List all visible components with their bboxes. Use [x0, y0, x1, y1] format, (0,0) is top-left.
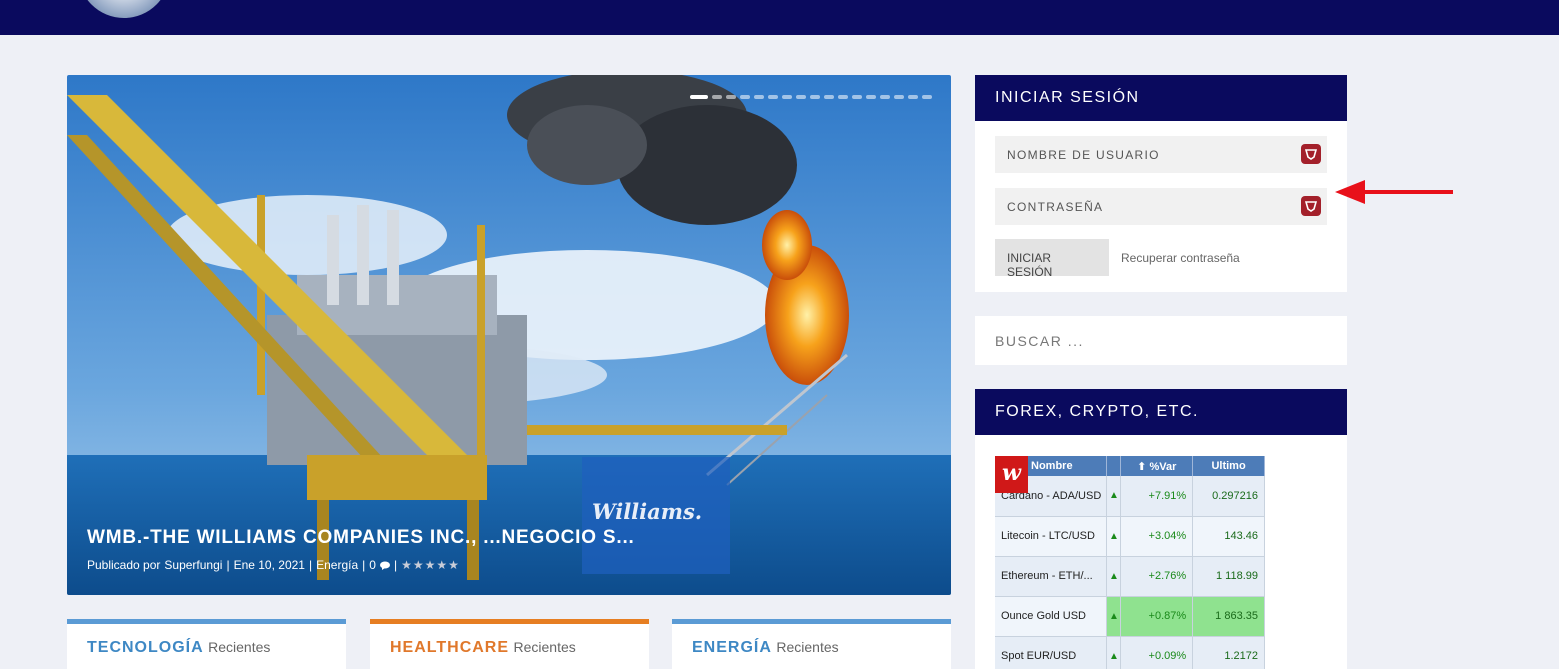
- rating-stars: ★★★★★: [401, 558, 460, 572]
- meta-separator: |: [362, 558, 366, 572]
- slider-dot[interactable]: [726, 95, 736, 99]
- login-button[interactable]: INICIAR SESIÓN: [995, 239, 1109, 279]
- site-logo[interactable]: [78, 0, 170, 18]
- table-row[interactable]: Cardano - ADA/USD ▲ +7.91% 0.297216: [995, 476, 1265, 517]
- hero-post-meta: Publicado por Superfungi | Ene 10, 2021 …: [87, 558, 460, 572]
- category-suffix: Recientes: [776, 639, 839, 655]
- slider-dot[interactable]: [810, 95, 820, 99]
- password-placeholder: CONTRASEÑA: [1007, 200, 1104, 214]
- annotation-arrow-icon: [1335, 180, 1453, 204]
- slider-dot[interactable]: [712, 95, 722, 99]
- search-input[interactable]: BUSCAR ...: [975, 316, 1347, 365]
- slider-dot[interactable]: [880, 95, 890, 99]
- category-card-tecnologia[interactable]: TECNOLOGÍA Recientes: [67, 619, 346, 669]
- slider-dot[interactable]: [922, 95, 932, 99]
- slider-dot[interactable]: [690, 95, 708, 99]
- recover-password-link[interactable]: Recuperar contraseña: [1121, 251, 1240, 265]
- last-price: 0.297216: [1192, 476, 1265, 517]
- top-navigation-bar: [0, 0, 1559, 35]
- slider-dot[interactable]: [838, 95, 848, 99]
- trend-up-icon: ▲: [1106, 476, 1122, 517]
- trend-up-icon: ▲: [1106, 556, 1122, 597]
- slider-dot[interactable]: [754, 95, 764, 99]
- table-row[interactable]: Spot EUR/USD ▲ +0.09% 1.2172: [995, 636, 1265, 669]
- password-manager-icon[interactable]: [1301, 196, 1321, 216]
- slider-dot[interactable]: [824, 95, 834, 99]
- percent-change: +2.76%: [1120, 556, 1194, 597]
- author-link[interactable]: Superfungi: [164, 558, 222, 572]
- slider-dot[interactable]: [768, 95, 778, 99]
- sort-up-icon: ⬆: [1137, 460, 1147, 473]
- meta-separator: |: [308, 558, 313, 572]
- slider-dot[interactable]: [852, 95, 862, 99]
- hero-image: [67, 75, 951, 595]
- percent-change: +7.91%: [1120, 476, 1194, 517]
- last-price: 1.2172: [1192, 636, 1265, 669]
- comment-count[interactable]: 0: [369, 558, 376, 572]
- password-input[interactable]: CONTRASEÑA: [995, 188, 1327, 225]
- instrument-name: Ethereum - ETH/...: [995, 556, 1108, 597]
- instrument-name: Ounce Gold USD: [995, 596, 1108, 637]
- category-accent-bar: [370, 619, 649, 624]
- column-header-last[interactable]: Ultimo: [1192, 456, 1265, 476]
- table-row[interactable]: Ounce Gold USD ▲ +0.87% 1 863.35: [995, 596, 1265, 637]
- login-widget: INICIAR SESIÓN NOMBRE DE USUARIO CONTRAS…: [975, 75, 1347, 292]
- last-price: 1 863.35: [1192, 596, 1265, 637]
- meta-separator: |: [226, 558, 230, 572]
- category-card-healthcare[interactable]: HEALTHCARE Recientes: [370, 619, 649, 669]
- slider-dot[interactable]: [908, 95, 918, 99]
- featured-slider[interactable]: Williams. WMB.-THE WILLIAMS COMPANIES IN…: [67, 75, 951, 595]
- login-heading: INICIAR SESIÓN: [975, 75, 1347, 121]
- percent-change: +0.09%: [1120, 636, 1194, 669]
- column-header-var[interactable]: ⬆ %Var: [1120, 456, 1194, 476]
- last-price: 143.46: [1192, 516, 1265, 557]
- category-accent-bar: [67, 619, 346, 624]
- category-title: HEALTHCARE: [390, 639, 510, 656]
- category-title: TECNOLOGÍA: [87, 639, 204, 656]
- column-header-trend: [1106, 456, 1122, 476]
- category-accent-bar: [672, 619, 951, 624]
- category-suffix: Recientes: [208, 639, 271, 655]
- table-row[interactable]: Litecoin - LTC/USD ▲ +3.04% 143.46: [995, 516, 1265, 557]
- instrument-name: Spot EUR/USD: [995, 636, 1108, 669]
- username-placeholder: NOMBRE DE USUARIO: [1007, 148, 1160, 162]
- williams-logo: Williams.: [582, 457, 730, 574]
- category-link[interactable]: Energía: [316, 558, 358, 572]
- hero-post-title[interactable]: WMB.-THE WILLIAMS COMPANIES INC., ...NEG…: [87, 527, 635, 549]
- trend-up-icon: ▲: [1106, 596, 1122, 637]
- category-suffix: Recientes: [513, 639, 576, 655]
- meta-separator: |: [393, 558, 398, 572]
- forex-heading: FOREX, CRYPTO, ETC.: [975, 389, 1347, 435]
- instrument-name: Litecoin - LTC/USD: [995, 516, 1108, 557]
- slider-pagination[interactable]: [690, 95, 932, 99]
- widget-provider-logo[interactable]: w: [995, 456, 1028, 493]
- forex-widget: FOREX, CRYPTO, ETC. Nombre ⬆ %Var Ultimo…: [975, 389, 1347, 669]
- category-card-energia[interactable]: ENERGÍA Recientes: [672, 619, 951, 669]
- slider-dot[interactable]: [740, 95, 750, 99]
- slider-dot[interactable]: [866, 95, 876, 99]
- percent-change: +0.87%: [1120, 596, 1194, 637]
- forex-table: Nombre ⬆ %Var Ultimo Cardano - ADA/USD ▲…: [995, 456, 1265, 669]
- last-price: 1 118.99: [1192, 556, 1265, 597]
- meta-prefix: Publicado por: [87, 558, 161, 572]
- trend-up-icon: ▲: [1106, 516, 1122, 557]
- trend-up-icon: ▲: [1106, 636, 1122, 669]
- post-date: Ene 10, 2021: [233, 558, 305, 572]
- percent-change: +3.04%: [1120, 516, 1194, 557]
- slider-dot[interactable]: [796, 95, 806, 99]
- password-manager-icon[interactable]: [1301, 144, 1321, 164]
- comment-icon: [379, 561, 390, 570]
- category-title: ENERGÍA: [692, 639, 772, 656]
- table-row[interactable]: Ethereum - ETH/... ▲ +2.76% 1 118.99: [995, 556, 1265, 597]
- username-input[interactable]: NOMBRE DE USUARIO: [995, 136, 1327, 173]
- slider-dot[interactable]: [894, 95, 904, 99]
- slider-dot[interactable]: [782, 95, 792, 99]
